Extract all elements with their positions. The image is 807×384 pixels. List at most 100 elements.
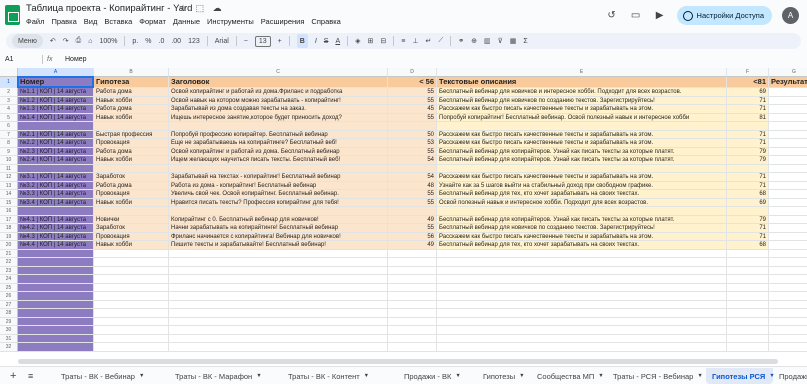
- horizontal-scrollbar[interactable]: [0, 357, 807, 366]
- insert-chart-icon[interactable]: ▥: [484, 34, 491, 48]
- table-cell[interactable]: [169, 249, 388, 258]
- table-cell[interactable]: [18, 164, 94, 173]
- table-cell[interactable]: 54: [388, 173, 437, 182]
- table-cell[interactable]: [769, 224, 807, 233]
- table-cell[interactable]: [769, 113, 807, 122]
- font-size-input[interactable]: 13: [254, 35, 271, 47]
- table-cell[interactable]: 54: [388, 156, 437, 165]
- chevron-down-icon[interactable]: ▼: [598, 373, 603, 379]
- table-cell[interactable]: 68: [727, 190, 769, 199]
- table-cell[interactable]: Бесплатный вебинар для копирайтеров. Узн…: [437, 215, 727, 224]
- table-cell[interactable]: Заработок: [94, 224, 169, 233]
- table-cell[interactable]: [769, 326, 807, 335]
- number-format-button[interactable]: 123: [188, 34, 200, 48]
- table-cell[interactable]: 71: [727, 139, 769, 148]
- column-header[interactable]: D: [388, 68, 437, 77]
- row-header[interactable]: 5: [0, 113, 18, 122]
- table-cell[interactable]: [769, 215, 807, 224]
- table-cell[interactable]: [18, 317, 94, 326]
- table-cell[interactable]: [388, 266, 437, 275]
- table-cell[interactable]: Узнайте как за 5 шагов выйти на стабильн…: [437, 181, 727, 190]
- row-header[interactable]: 30: [0, 326, 18, 335]
- select-all-corner[interactable]: [0, 68, 18, 77]
- table-cell[interactable]: Ищешь интересное занятие,которое будет п…: [169, 113, 388, 122]
- table-cell[interactable]: [169, 326, 388, 335]
- table-cell[interactable]: [18, 207, 94, 216]
- table-cell[interactable]: Быстрая профессия: [94, 130, 169, 139]
- table-cell[interactable]: [94, 258, 169, 267]
- table-cell[interactable]: [437, 292, 727, 301]
- row-header[interactable]: 25: [0, 283, 18, 292]
- table-cell[interactable]: Навык хобби: [94, 113, 169, 122]
- table-cell[interactable]: [169, 275, 388, 284]
- table-cell[interactable]: [769, 198, 807, 207]
- row-header[interactable]: 14: [0, 190, 18, 199]
- row-header[interactable]: 29: [0, 317, 18, 326]
- chevron-down-icon[interactable]: ▼: [455, 373, 460, 379]
- table-cell[interactable]: [169, 122, 388, 131]
- table-cell[interactable]: [94, 292, 169, 301]
- table-cell[interactable]: Бесплатный вебинар для новичков и интере…: [437, 88, 727, 97]
- table-cell[interactable]: 69: [727, 88, 769, 97]
- table-cell[interactable]: [727, 122, 769, 131]
- row-header[interactable]: 9: [0, 147, 18, 156]
- table-cell[interactable]: [437, 266, 727, 275]
- table-cell[interactable]: Зарабатывай на текстах - копирайтинг! Бе…: [169, 173, 388, 182]
- chevron-down-icon[interactable]: ▼: [364, 373, 369, 379]
- table-cell[interactable]: №3.3 | КОП | 14 августа: [18, 190, 94, 199]
- table-cell[interactable]: Навык хобби: [94, 156, 169, 165]
- menu-item[interactable]: Расширения: [261, 17, 305, 26]
- table-cell[interactable]: [437, 317, 727, 326]
- vertical-align-icon[interactable]: ⊥: [412, 34, 418, 48]
- table-cell[interactable]: [388, 164, 437, 173]
- table-cell[interactable]: [18, 334, 94, 343]
- menu-search-button[interactable]: Меню: [12, 34, 43, 48]
- all-sheets-icon[interactable]: ≡: [22, 368, 39, 384]
- table-cell[interactable]: [769, 130, 807, 139]
- table-cell[interactable]: Освой копирайтинг и работай из дома.Фрил…: [169, 88, 388, 97]
- chevron-down-icon[interactable]: ▼: [697, 373, 702, 379]
- menu-item[interactable]: Вид: [84, 17, 98, 26]
- table-cell[interactable]: 49: [388, 215, 437, 224]
- table-cell[interactable]: [169, 283, 388, 292]
- table-cell[interactable]: [437, 207, 727, 216]
- row-header[interactable]: 11: [0, 164, 18, 173]
- table-cell[interactable]: [94, 164, 169, 173]
- table-cell[interactable]: Зарабатывай из дома создавая тексты на з…: [169, 105, 388, 114]
- table-cell[interactable]: [94, 334, 169, 343]
- table-cell[interactable]: 79: [727, 147, 769, 156]
- meet-icon[interactable]: ▶: [653, 9, 667, 23]
- table-cell[interactable]: 53: [388, 139, 437, 148]
- table-cell[interactable]: 68: [727, 241, 769, 250]
- table-cell[interactable]: [437, 300, 727, 309]
- table-cell[interactable]: Работа дома: [94, 181, 169, 190]
- menu-item[interactable]: Инструменты: [207, 17, 254, 26]
- table-cell[interactable]: [388, 334, 437, 343]
- table-cell[interactable]: №2.3 | КОП | 14 августа: [18, 147, 94, 156]
- table-cell[interactable]: 71: [727, 96, 769, 105]
- chevron-down-icon[interactable]: ▼: [519, 373, 524, 379]
- table-cell[interactable]: Работа дома: [94, 88, 169, 97]
- table-cell[interactable]: [769, 266, 807, 275]
- table-cell[interactable]: [94, 326, 169, 335]
- title-action-icons[interactable]: ☆ ⬚ ☁: [179, 3, 225, 14]
- undo-icon[interactable]: ↶: [50, 34, 56, 48]
- table-cell[interactable]: 56: [388, 232, 437, 241]
- table-cell[interactable]: Гипотеза: [94, 77, 169, 88]
- row-header[interactable]: 24: [0, 275, 18, 284]
- table-cell[interactable]: [727, 283, 769, 292]
- row-header[interactable]: 23: [0, 266, 18, 275]
- table-cell[interactable]: [727, 326, 769, 335]
- table-cell[interactable]: Еще не зарабатываешь на копирайтинге? Бе…: [169, 139, 388, 148]
- horizontal-align-icon[interactable]: ≡: [401, 34, 405, 48]
- insert-link-icon[interactable]: ⚭: [458, 34, 464, 48]
- avatar[interactable]: A: [782, 7, 799, 24]
- table-cell[interactable]: 71: [727, 181, 769, 190]
- table-cell[interactable]: [169, 343, 388, 352]
- increase-decimal-button[interactable]: .00: [171, 34, 181, 48]
- table-cell[interactable]: [769, 181, 807, 190]
- font-select[interactable]: Arial: [215, 34, 229, 48]
- table-cell[interactable]: Номер: [18, 77, 94, 88]
- table-cell[interactable]: №1.4 | КОП | 14 августа: [18, 113, 94, 122]
- table-cell[interactable]: [18, 326, 94, 335]
